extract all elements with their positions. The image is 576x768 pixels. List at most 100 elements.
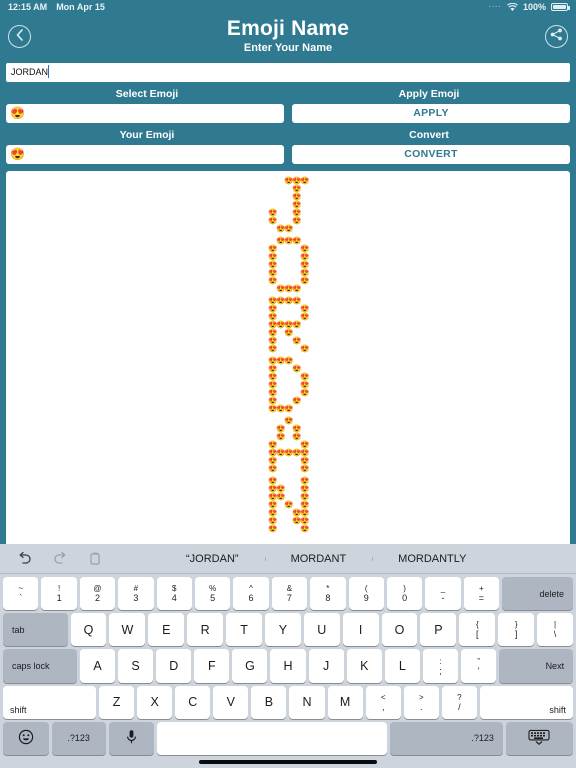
key-u[interactable]: U: [303, 613, 340, 647]
emoji-dot: 😍: [300, 463, 310, 473]
key-upper-label: >: [418, 692, 424, 702]
key-g[interactable]: G: [232, 649, 268, 683]
key-c[interactable]: C: [175, 685, 211, 719]
undo-icon[interactable]: [16, 551, 32, 567]
key-8[interactable]: * 8: [310, 577, 346, 611]
emoji-dot: 😍: [292, 363, 302, 373]
key-k[interactable]: K: [346, 649, 382, 683]
emoji-gap: [284, 193, 292, 201]
key-caps-lock[interactable]: caps lock: [3, 649, 77, 683]
emoji-dot: 😍: [268, 403, 278, 413]
share-button[interactable]: [545, 25, 568, 48]
key-bracket-\[interactable]: | \: [537, 613, 573, 647]
key-s[interactable]: S: [118, 649, 154, 683]
key-punct-<[interactable]: <,: [365, 685, 401, 719]
key-shift-left[interactable]: shift: [3, 685, 96, 719]
name-input[interactable]: [6, 62, 570, 82]
key-b[interactable]: B: [251, 685, 287, 719]
key-t[interactable]: T: [226, 613, 262, 647]
emoji-dot: 😍: [284, 415, 294, 425]
keyboard-row-asdf: caps lock A S D F G H J K L:;”’ Next: [0, 649, 576, 683]
back-button[interactable]: [8, 25, 31, 48]
prediction-word-2[interactable]: MORDANT: [264, 553, 373, 565]
key-9[interactable]: (9: [348, 577, 384, 611]
prediction-word-3[interactable]: MORDANTLY: [372, 553, 492, 565]
key-y[interactable]: Y: [264, 613, 301, 647]
key-punct-?[interactable]: ? /: [441, 685, 477, 719]
key-label: M: [339, 695, 351, 710]
key-l[interactable]: L: [384, 649, 420, 683]
key-3[interactable]: #3: [118, 577, 154, 611]
key-n[interactable]: N: [289, 685, 325, 719]
emoji-dot: 😍: [276, 431, 286, 441]
emoji-letters: 😍 😍 😍 😍 😍 😍 😍 😍 😍 😍 😍 😍 😍 😍 😍 😍 😍 😍 😍 😍 😍 😍 😍 😍 😍 😍 😍 😍 😍 😍 😍 😍 😍 😍 😍 😍 😍 😍 😍 😍…: [6, 171, 570, 537]
key-2[interactable]: @2: [79, 577, 116, 611]
key-punct->[interactable]: >.: [403, 685, 439, 719]
convert-button[interactable]: CONVERT: [292, 144, 570, 164]
emoji-dot: 😍: [276, 491, 286, 501]
key-7[interactable]: & 7: [271, 577, 308, 611]
key-hide-keyboard[interactable]: [505, 721, 574, 756]
key-label: delete: [539, 588, 565, 599]
apply-button[interactable]: APPLY: [292, 103, 570, 123]
key-label: C: [188, 695, 198, 710]
emoji-gap: [284, 253, 292, 261]
emoji-dot: 😍: [292, 283, 302, 293]
prediction-word-1[interactable]: “JORDAN”: [160, 553, 265, 565]
key-h[interactable]: H: [270, 649, 306, 683]
key-p[interactable]: P: [420, 613, 457, 647]
key-5[interactable]: % 5: [194, 577, 231, 611]
key-tab[interactable]: tab: [3, 613, 68, 647]
key-a[interactable]: A: [79, 649, 116, 683]
key-=[interactable]: + =: [463, 577, 500, 611]
emoji-dot: 😍: [284, 327, 294, 337]
key-bracket-[[interactable]: {[: [459, 613, 496, 647]
home-indicator[interactable]: [199, 760, 377, 764]
key-v[interactable]: V: [213, 685, 249, 719]
key-shift-right[interactable]: shift: [479, 685, 573, 719]
key-label: .?123: [471, 733, 494, 744]
key-punct-’[interactable]: ”’: [461, 649, 497, 683]
key-label: T: [240, 622, 248, 637]
key-numeric-right[interactable]: .?123: [389, 721, 503, 756]
select-emoji-field[interactable]: 😍: [6, 103, 284, 123]
emoji-art-canvas: 😍 😍 😍 😍 😍 😍 😍 😍 😍 😍 😍 😍 😍 😍 😍 😍 😍 😍 😍 😍 😍 😍 😍 😍 😍 😍 😍 😍 😍 😍 😍 😍 😍 😍 😍 😍 😍 😍 😍 😍…: [6, 170, 570, 550]
emoji-gap: [276, 525, 284, 533]
key-numeric-left[interactable]: .?123: [51, 721, 106, 756]
key-i[interactable]: I: [342, 613, 379, 647]
labels-row-2: Your Emoji Convert: [6, 128, 570, 142]
your-emoji-field[interactable]: 😍: [6, 144, 284, 164]
key-6[interactable]: ^ 6: [233, 577, 269, 611]
key-4[interactable]: $4: [156, 577, 192, 611]
key-d[interactable]: D: [156, 649, 192, 683]
key-backtick[interactable]: ~ `: [3, 577, 39, 611]
key-bracket-][interactable]: }]: [498, 613, 535, 647]
key-f[interactable]: F: [194, 649, 230, 683]
key-w[interactable]: W: [109, 613, 146, 647]
key-m[interactable]: M: [327, 685, 363, 719]
key-e[interactable]: E: [148, 613, 185, 647]
key-1[interactable]: ! 1: [41, 577, 77, 611]
emoji-gap: [300, 397, 308, 405]
key-o[interactable]: O: [381, 613, 418, 647]
key-next[interactable]: Next: [499, 649, 574, 683]
emoji-letter-a: 😍 😍 😍 😍 😍 😍 😍 😍 😍 😍 😍 😍 😍 😍 😍 😍: [268, 415, 310, 473]
key-upper-label: <: [380, 692, 386, 702]
key-lower-label: [: [476, 629, 479, 640]
key-0[interactable]: ) 0: [386, 577, 423, 611]
emoji-gap: [284, 389, 292, 397]
key-q[interactable]: Q: [70, 613, 107, 647]
key-punct-;[interactable]: :;: [422, 649, 459, 683]
fields-row-2: 😍 CONVERT: [6, 144, 570, 164]
key-space[interactable]: [157, 721, 387, 756]
emoji-dot: 😍: [276, 319, 286, 329]
key-r[interactable]: R: [187, 613, 224, 647]
key-label: H: [283, 659, 293, 673]
key-delete[interactable]: delete: [502, 577, 574, 611]
key-j[interactable]: J: [308, 649, 344, 683]
key-dictation[interactable]: [108, 721, 155, 756]
key-z[interactable]: Z: [99, 685, 135, 719]
key-emoji[interactable]: [3, 721, 49, 756]
key--[interactable]: _ -: [425, 577, 461, 611]
key-x[interactable]: X: [137, 685, 173, 719]
